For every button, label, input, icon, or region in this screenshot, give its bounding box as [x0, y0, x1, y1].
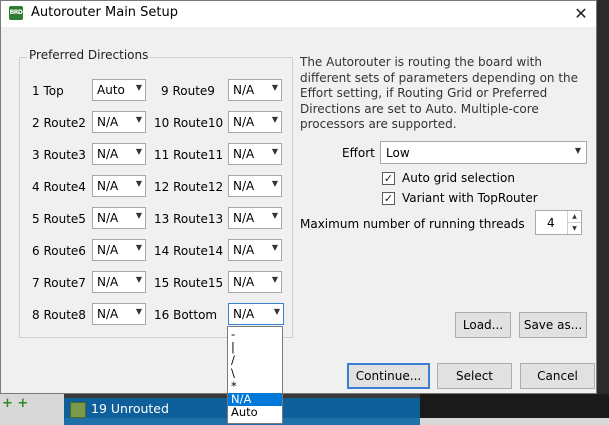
- chevron-down-icon: ▼: [271, 83, 278, 92]
- preferred-directions-label: Preferred Directions: [27, 48, 151, 62]
- combo-value: N/A: [233, 307, 255, 321]
- combo-value: N/A: [97, 211, 119, 225]
- direction-combo-route15[interactable]: N/A ▼: [228, 271, 282, 293]
- down-arrow-icon[interactable]: ▼: [567, 223, 581, 234]
- layer-color-swatch: [70, 402, 86, 418]
- layer-label-route13: 13 Route13: [154, 212, 224, 226]
- chevron-down-icon: ▼: [135, 275, 142, 284]
- chevron-down-icon: ▼: [135, 243, 142, 252]
- auto-grid-checkbox[interactable]: ✓: [382, 172, 395, 185]
- layer-label-route3: 3 Route3: [32, 148, 86, 162]
- chevron-down-icon: ▼: [271, 243, 278, 252]
- add-icon: + +: [2, 396, 29, 411]
- combo-value: N/A: [97, 179, 119, 193]
- direction-combo-route10[interactable]: N/A ▼: [228, 111, 282, 133]
- layer-label-top: 1 Top: [32, 84, 64, 98]
- chevron-down-icon: ▼: [271, 275, 278, 284]
- layer-label-route8: 8 Route8: [32, 308, 86, 322]
- direction-combo-route7[interactable]: N/A ▼: [92, 271, 146, 293]
- direction-dropdown-list: - | / \ * N/A Auto: [227, 326, 283, 424]
- direction-combo-route12[interactable]: N/A ▼: [228, 175, 282, 197]
- combo-value: N/A: [233, 243, 255, 257]
- layer-label-route5: 5 Route5: [32, 212, 86, 226]
- chevron-down-icon: ▼: [135, 179, 142, 188]
- chevron-down-icon: ▼: [271, 115, 278, 124]
- direction-combo-route5[interactable]: N/A ▼: [92, 207, 146, 229]
- combo-value: N/A: [97, 275, 119, 289]
- combo-value: N/A: [233, 83, 255, 97]
- combo-value: N/A: [97, 115, 119, 129]
- combo-value: N/A: [233, 179, 255, 193]
- autorouter-setup-dialog: BRD Autorouter Main Setup ✕ Preferred Di…: [0, 0, 597, 394]
- dropdown-option[interactable]: |: [228, 341, 282, 354]
- direction-combo-bottom[interactable]: N/A ▼: [228, 303, 284, 325]
- select-button[interactable]: Select: [437, 363, 512, 389]
- layer-label-route14: 14 Route14: [154, 244, 224, 258]
- variant-toprouter-label: Variant with TopRouter: [402, 191, 538, 205]
- combo-value: N/A: [233, 211, 255, 225]
- autorouter-description: The Autorouter is routing the board with…: [300, 55, 579, 131]
- dropdown-option[interactable]: /: [228, 354, 282, 367]
- combo-value: N/A: [97, 307, 119, 321]
- chevron-down-icon: ▼: [271, 179, 278, 188]
- variant-toprouter-checkbox[interactable]: ✓: [382, 192, 395, 205]
- chevron-down-icon: ▼: [135, 115, 142, 124]
- direction-combo-route11[interactable]: N/A ▼: [228, 143, 282, 165]
- cancel-button[interactable]: Cancel: [520, 363, 595, 389]
- up-arrow-icon[interactable]: ▲: [567, 211, 581, 223]
- layer-label-route12: 12 Route12: [154, 180, 224, 194]
- dropdown-option[interactable]: -: [228, 328, 282, 341]
- combo-value: Auto: [97, 83, 125, 97]
- effort-label: Effort: [342, 146, 375, 160]
- threads-spinner[interactable]: 4 ▲ ▼: [535, 210, 582, 235]
- chevron-down-icon: ▼: [574, 146, 581, 155]
- window-title: Autorouter Main Setup: [31, 5, 179, 20]
- save-as-button[interactable]: Save as...: [519, 312, 587, 338]
- dropdown-option[interactable]: Auto: [228, 406, 282, 419]
- direction-combo-route6[interactable]: N/A ▼: [92, 239, 146, 261]
- combo-value: N/A: [97, 147, 119, 161]
- combo-value: N/A: [233, 275, 255, 289]
- direction-combo-route13[interactable]: N/A ▼: [228, 207, 282, 229]
- combo-value: N/A: [233, 115, 255, 129]
- direction-combo-top[interactable]: Auto ▼: [92, 79, 146, 101]
- threads-label: Maximum number of running threads: [300, 217, 525, 231]
- close-icon[interactable]: ✕: [566, 1, 596, 27]
- layer-label-route15: 15 Route15: [154, 276, 224, 290]
- layer-label-route10: 10 Route10: [154, 116, 224, 130]
- combo-value: N/A: [233, 147, 255, 161]
- chevron-down-icon: ▼: [135, 307, 142, 316]
- chevron-down-icon: ▼: [135, 147, 142, 156]
- direction-combo-route4[interactable]: N/A ▼: [92, 175, 146, 197]
- auto-grid-label: Auto grid selection: [402, 171, 515, 185]
- check-icon: ✓: [383, 192, 394, 205]
- layer-label-route11: 11 Route11: [154, 148, 224, 162]
- layer-label-route6: 6 Route6: [32, 244, 86, 258]
- layer-label-bottom: 16 Bottom: [154, 308, 218, 322]
- chevron-down-icon: ▼: [135, 211, 142, 220]
- continue-button[interactable]: Continue...: [347, 363, 430, 389]
- direction-combo-route8[interactable]: N/A ▼: [92, 303, 146, 325]
- layer-label-route7: 7 Route7: [32, 276, 86, 290]
- chevron-down-icon: ▼: [273, 307, 280, 316]
- combo-value: N/A: [97, 243, 119, 257]
- title-bar: BRD Autorouter Main Setup ✕: [1, 1, 596, 27]
- direction-combo-route3[interactable]: N/A ▼: [92, 143, 146, 165]
- chevron-down-icon: ▼: [271, 147, 278, 156]
- layer-label-route4: 4 Route4: [32, 180, 86, 194]
- threads-value: 4: [547, 216, 555, 230]
- direction-combo-route14[interactable]: N/A ▼: [228, 239, 282, 261]
- layer-label-route2: 2 Route2: [32, 116, 86, 130]
- app-icon: BRD: [9, 6, 23, 20]
- effort-value: Low: [386, 146, 410, 160]
- layer-label-route9: 9 Route9: [161, 84, 215, 98]
- direction-combo-route9[interactable]: N/A ▼: [228, 79, 282, 101]
- check-icon: ✓: [383, 172, 394, 185]
- direction-combo-route2[interactable]: N/A ▼: [92, 111, 146, 133]
- load-button[interactable]: Load...: [455, 312, 511, 338]
- chevron-down-icon: ▼: [135, 83, 142, 92]
- background-row-label: 19 Unrouted: [91, 401, 169, 416]
- effort-select[interactable]: Low ▼: [380, 141, 587, 164]
- chevron-down-icon: ▼: [271, 211, 278, 220]
